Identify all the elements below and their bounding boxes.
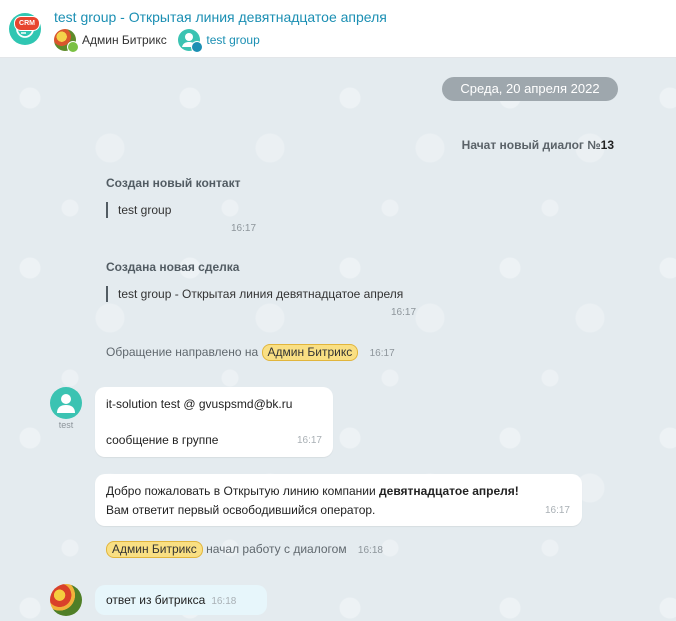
message-time: 16:18 xyxy=(357,545,383,556)
operator-avatar[interactable] xyxy=(50,584,82,616)
member-group[interactable]: test group xyxy=(178,29,260,53)
crm-badge: CRM xyxy=(14,16,40,31)
client-avatar[interactable] xyxy=(50,387,82,419)
line-badge-icon xyxy=(191,41,204,53)
message-text: сообщение в группе xyxy=(106,433,219,447)
message-time: 16:17 xyxy=(369,348,395,359)
group-avatar xyxy=(178,29,204,53)
client-name-label: test xyxy=(58,420,74,430)
message-text: Вам ответит первый освободившийся операт… xyxy=(106,503,376,517)
date-separator: Среда, 20 апреля 2022 xyxy=(442,77,618,101)
admin-avatar xyxy=(54,29,79,53)
message-time: 16:18 xyxy=(211,596,237,607)
new-dialog-notice: Начат новый диалог №13 xyxy=(462,138,614,152)
new-dialog-text: Начат новый диалог № xyxy=(461,138,601,152)
company-line-name: девятнадцатое апреля! xyxy=(379,484,519,498)
message-author: it-solution test @ gvuspsmd@bk.ru xyxy=(106,397,293,411)
welcome-text: Добро пожаловать в Открытую линию компан… xyxy=(106,484,380,498)
contact-created-title: Создан новый контакт xyxy=(106,176,241,190)
operator-mention[interactable]: Админ Битрикс xyxy=(106,541,203,558)
routed-text: Обращение направлено на xyxy=(106,345,259,359)
operator-message[interactable]: ответ из битрикса 16:18 xyxy=(95,585,267,615)
member-name: test group xyxy=(206,33,260,47)
message-time: 16:17 xyxy=(391,307,417,318)
deal-created-link[interactable]: test group - Открытая линия девятнадцато… xyxy=(106,286,403,302)
dialog-number[interactable]: 13 xyxy=(601,138,614,152)
message-time: 16:17 xyxy=(231,223,257,234)
started-text: начал работу с диалогом xyxy=(206,542,347,556)
message-time: 16:17 xyxy=(296,435,322,446)
member-name: Админ Битрикс xyxy=(82,33,167,47)
message-list[interactable]: Среда, 20 апреля 2022 Начат новый диалог… xyxy=(0,58,676,621)
message-time: 16:17 xyxy=(544,505,570,516)
routed-notice: Обращение направлено на Админ Битрикс 16… xyxy=(106,344,395,361)
member-admin[interactable]: Админ Битрикс xyxy=(54,29,175,53)
message-text: ответ из битрикса xyxy=(106,593,206,607)
user-icon xyxy=(57,394,75,413)
chat-title[interactable]: test group - Открытая линия девятнадцато… xyxy=(54,9,387,25)
started-notice: Админ Битрикс начал работу с диалогом 16… xyxy=(106,541,383,558)
chat-members: Админ Битрикс test group xyxy=(54,29,260,53)
client-message[interactable]: it-solution test @ gvuspsmd@bk.ru сообще… xyxy=(95,387,333,457)
deal-created-title: Создана новая сделка xyxy=(106,260,240,274)
contact-created-link[interactable]: test group xyxy=(106,202,171,218)
status-dot-icon xyxy=(67,41,79,53)
message-text: Добро пожаловать в Открытую линию компан… xyxy=(106,484,519,498)
chat-header: CRM test group - Открытая линия девятнад… xyxy=(0,0,676,58)
welcome-message[interactable]: Добро пожаловать в Открытую линию компан… xyxy=(95,474,582,526)
chat-avatar[interactable]: CRM xyxy=(9,13,41,45)
operator-mention[interactable]: Админ Битрикс xyxy=(261,344,359,361)
message-content: ответ из битрикса 16:18 xyxy=(106,593,236,607)
